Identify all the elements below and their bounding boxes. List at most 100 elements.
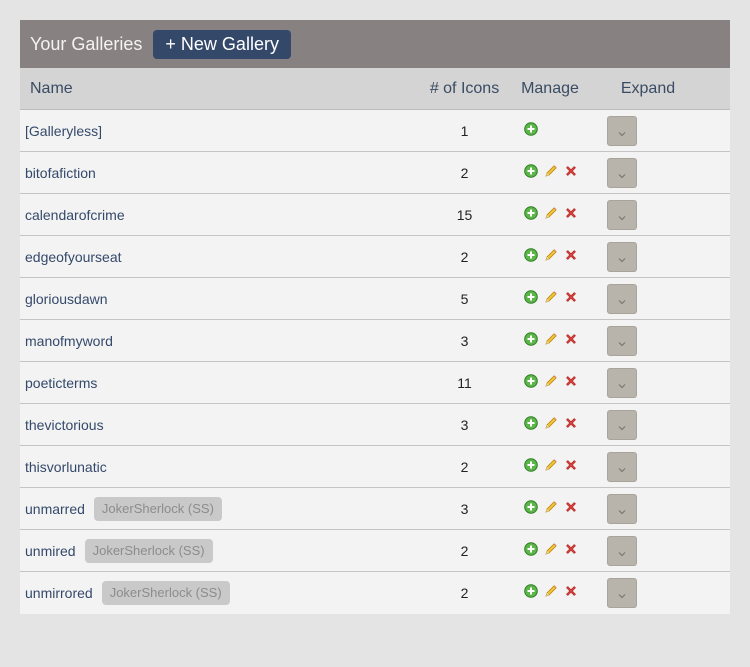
- owner-tag-badge[interactable]: JokerSherlock (SS): [93, 496, 222, 521]
- add-icon[interactable]: [524, 457, 538, 472]
- chevron-down-icon: [618, 467, 626, 473]
- delete-x-icon[interactable]: [564, 164, 578, 178]
- expand-cell: [589, 241, 687, 272]
- icon-count: 2: [460, 458, 469, 475]
- add-icon[interactable]: [524, 541, 538, 556]
- owner-tag-badge[interactable]: JokerSherlock (SS): [101, 581, 230, 605]
- expand-button[interactable]: [607, 409, 637, 440]
- chevron-down-icon: [618, 341, 626, 347]
- gallery-link[interactable]: edgeofyourseat: [25, 249, 122, 265]
- add-icon[interactable]: [524, 584, 538, 598]
- expand-button[interactable]: [607, 367, 637, 398]
- pencil-icon[interactable]: [544, 374, 558, 388]
- pencil-icon[interactable]: [544, 584, 558, 598]
- pencil-icon[interactable]: [544, 164, 558, 178]
- table-row: calendarofcrime 15: [20, 194, 730, 236]
- icon-count: 2: [460, 585, 469, 601]
- pencil-icon[interactable]: [544, 500, 558, 514]
- column-header-name: Name: [30, 79, 73, 97]
- add-icon[interactable]: [524, 163, 538, 178]
- table-row: unmired JokerSherlock (SS) 2: [20, 530, 730, 572]
- cell-name: unmired JokerSherlock (SS): [20, 538, 420, 563]
- delete-x-icon[interactable]: [564, 584, 578, 598]
- column-header-manage: Manage: [521, 79, 579, 97]
- expand-button[interactable]: [607, 578, 637, 608]
- page-title: Your Galleries: [30, 33, 143, 54]
- manage-actions: [509, 247, 589, 262]
- icon-count: 2: [460, 542, 469, 559]
- gallery-link[interactable]: bitofafiction: [25, 165, 96, 181]
- galleries-panel: Your Galleries + New Gallery Name # of I…: [20, 20, 730, 614]
- table-row: edgeofyourseat 2: [20, 236, 730, 278]
- manage-actions: [509, 331, 589, 346]
- pencil-icon[interactable]: [544, 290, 558, 304]
- pencil-icon[interactable]: [544, 206, 558, 220]
- gallery-link[interactable]: thisvorlunatic: [25, 459, 107, 475]
- delete-x-icon[interactable]: [564, 248, 578, 262]
- delete-x-icon[interactable]: [564, 542, 578, 556]
- delete-x-icon[interactable]: [564, 416, 578, 430]
- gallery-link[interactable]: thevictorious: [25, 417, 104, 433]
- gallery-link[interactable]: unmarred: [25, 501, 85, 517]
- delete-x-icon[interactable]: [564, 206, 578, 220]
- chevron-down-icon: [618, 593, 626, 599]
- cell-name: calendarofcrime: [20, 207, 420, 223]
- gallery-link[interactable]: unmired: [25, 543, 76, 559]
- manage-actions: [509, 584, 589, 598]
- delete-x-icon[interactable]: [564, 374, 578, 388]
- delete-x-icon[interactable]: [564, 458, 578, 472]
- add-icon[interactable]: [524, 247, 538, 262]
- pencil-icon[interactable]: [544, 458, 558, 472]
- expand-button[interactable]: [607, 241, 637, 272]
- expand-cell: [589, 199, 687, 230]
- delete-x-icon[interactable]: [564, 332, 578, 346]
- table-row: poeticterms 11: [20, 362, 730, 404]
- table-row: unmarred JokerSherlock (SS) 3: [20, 488, 730, 530]
- manage-actions: [509, 121, 589, 136]
- add-icon[interactable]: [524, 373, 538, 388]
- gallery-link[interactable]: poeticterms: [25, 375, 97, 391]
- icon-count: 2: [460, 248, 469, 265]
- pencil-icon[interactable]: [544, 416, 558, 430]
- manage-actions: [509, 457, 589, 472]
- cell-name: unmirrored JokerSherlock (SS): [20, 581, 420, 605]
- expand-button[interactable]: [607, 157, 637, 188]
- expand-cell: [589, 578, 687, 608]
- cell-name: poeticterms: [20, 375, 420, 391]
- add-icon[interactable]: [524, 289, 538, 304]
- delete-x-icon[interactable]: [564, 500, 578, 514]
- table-row: manofmyword 3: [20, 320, 730, 362]
- gallery-link[interactable]: unmirrored: [25, 585, 93, 601]
- table-header: Name # of Icons Manage Expand: [20, 68, 730, 110]
- expand-button[interactable]: [607, 325, 637, 356]
- add-icon[interactable]: [524, 121, 538, 136]
- gallery-link[interactable]: calendarofcrime: [25, 207, 125, 223]
- new-gallery-button[interactable]: + New Gallery: [153, 29, 291, 59]
- expand-button[interactable]: [607, 199, 637, 230]
- icon-count: 15: [456, 206, 473, 223]
- pencil-icon[interactable]: [544, 248, 558, 262]
- cell-name: unmarred JokerSherlock (SS): [20, 496, 420, 521]
- pencil-icon[interactable]: [544, 542, 558, 556]
- icon-count: 11: [457, 374, 472, 391]
- add-icon[interactable]: [524, 499, 538, 514]
- add-icon[interactable]: [524, 331, 538, 346]
- add-icon[interactable]: [524, 205, 538, 220]
- expand-button[interactable]: [607, 283, 637, 314]
- expand-cell: [589, 115, 687, 146]
- chevron-down-icon: [618, 257, 626, 263]
- cell-name: manofmyword: [20, 333, 420, 349]
- chevron-down-icon: [618, 425, 626, 431]
- owner-tag-badge[interactable]: JokerSherlock (SS): [84, 538, 213, 563]
- expand-button[interactable]: [607, 535, 637, 566]
- add-icon[interactable]: [524, 415, 538, 430]
- expand-button[interactable]: [607, 451, 637, 482]
- gallery-link[interactable]: gloriousdawn: [25, 291, 108, 307]
- gallery-link[interactable]: [Galleryless]: [25, 123, 102, 139]
- gallery-link[interactable]: manofmyword: [25, 333, 113, 349]
- expand-button[interactable]: [607, 115, 637, 146]
- delete-x-icon[interactable]: [564, 290, 578, 304]
- expand-button[interactable]: [607, 493, 637, 524]
- cell-name: [Galleryless]: [20, 123, 420, 139]
- pencil-icon[interactable]: [544, 332, 558, 346]
